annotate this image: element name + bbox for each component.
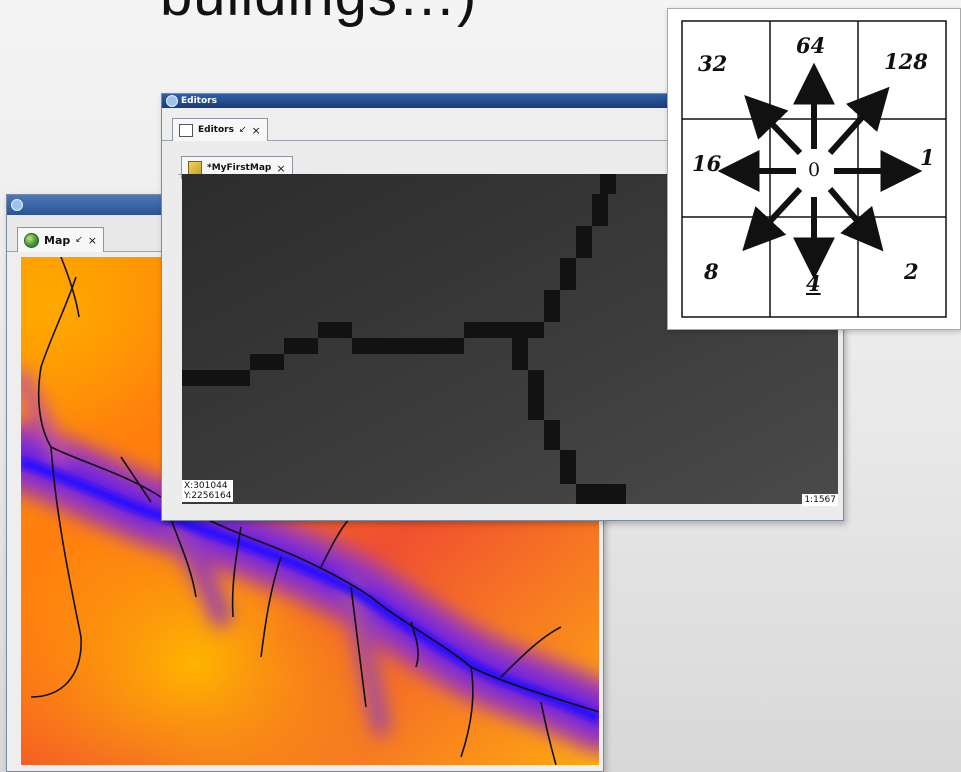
d8-w: 16 xyxy=(692,151,722,176)
d8-se: 2 xyxy=(904,259,919,284)
pin-icon[interactable]: ↙ xyxy=(75,235,83,245)
d8-ne: 128 xyxy=(884,49,928,74)
d8-direction-diagram: 0 32 64 128 16 1 8 4 2 xyxy=(667,8,961,330)
scale-readout: 1:1567 xyxy=(802,494,838,506)
editors-icon xyxy=(179,123,193,137)
tab-map-label: Map xyxy=(44,233,71,247)
tab-map[interactable]: Map ↙ × xyxy=(17,227,105,252)
d8-s: 4 xyxy=(806,271,821,296)
d8-e: 1 xyxy=(920,145,935,170)
close-icon[interactable]: × xyxy=(252,124,261,137)
coord-y: Y:2256164 xyxy=(184,491,232,501)
d8-center: 0 xyxy=(808,159,821,181)
tab-editors[interactable]: Editors ↙ × xyxy=(172,118,268,141)
editors-window-title: Editors xyxy=(181,96,217,106)
d8-sw: 8 xyxy=(704,259,719,284)
close-icon[interactable]: × xyxy=(88,234,97,247)
slide-title: buildings…) xyxy=(160,0,477,29)
globe-icon xyxy=(24,232,39,248)
close-icon[interactable]: × xyxy=(276,162,285,175)
tab-myfirstmap-label: *MyFirstMap xyxy=(207,163,272,173)
d8-n: 64 xyxy=(796,33,826,58)
app-icon xyxy=(11,199,23,211)
coordinate-readout: X:301044 Y:2256164 xyxy=(182,480,234,502)
map-file-icon xyxy=(188,161,202,175)
d8-nw: 32 xyxy=(698,51,728,76)
coord-x: X:301044 xyxy=(184,481,228,491)
app-icon xyxy=(166,95,178,107)
pin-icon[interactable]: ↙ xyxy=(239,125,247,135)
tab-editors-label: Editors xyxy=(198,125,234,135)
